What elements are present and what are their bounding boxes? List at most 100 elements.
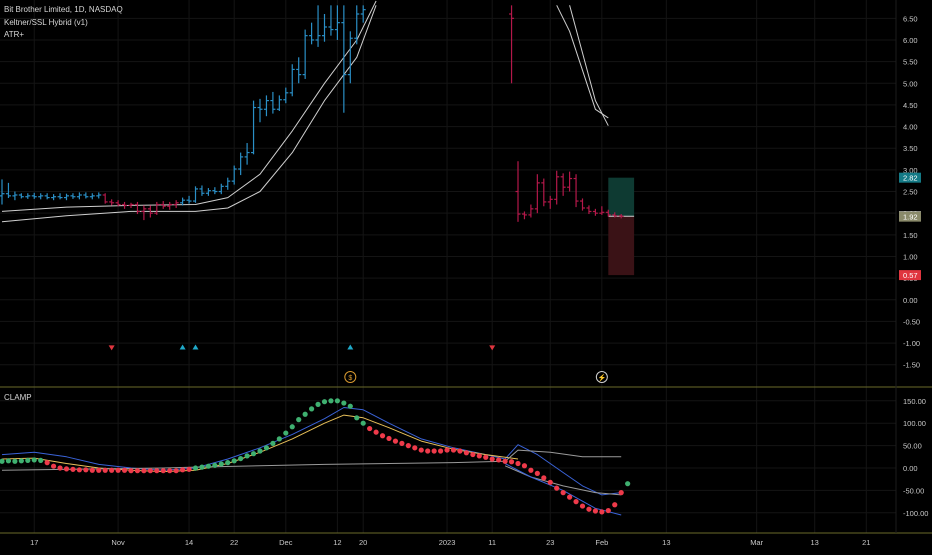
ohlc-bar xyxy=(134,201,140,215)
clamp-tick-label: -100.00 xyxy=(903,509,928,518)
clamp-dot xyxy=(412,445,418,451)
ohlc-bar xyxy=(309,22,315,45)
clamp-dot xyxy=(31,457,37,463)
ohlc-bar xyxy=(225,177,231,190)
ohlc-bar xyxy=(360,5,366,23)
clamp-dot xyxy=(134,468,141,474)
ohlc-bar xyxy=(328,5,334,36)
ohlc-bar xyxy=(567,171,573,192)
ohlc-bar xyxy=(276,95,282,111)
price-tick-label: 5.50 xyxy=(903,58,918,67)
ohlc-bar xyxy=(231,165,237,185)
clamp-tick-label: 150.00 xyxy=(903,397,926,406)
clamp-dot xyxy=(483,454,489,460)
position-zones[interactable] xyxy=(608,177,635,276)
clamp-dot xyxy=(373,429,379,435)
ohlc-bar xyxy=(580,198,585,211)
price-tick-label: 4.50 xyxy=(903,101,918,110)
clamp-dot xyxy=(296,417,302,423)
ohlc-bar xyxy=(5,182,11,199)
axes: 6.506.005.505.004.504.003.503.002.502.00… xyxy=(0,0,932,547)
stop-loss-zone xyxy=(608,216,635,276)
ohlc-bar xyxy=(38,193,44,200)
badge-glyph: $ xyxy=(348,375,352,382)
time-tick-label: 12 xyxy=(333,538,341,547)
clamp-dot xyxy=(586,506,592,512)
clamp-dot xyxy=(354,415,360,421)
clamp-dot xyxy=(102,467,108,473)
clamp-dot xyxy=(463,450,469,456)
price-tick-label: -0.50 xyxy=(903,317,920,326)
clamp-dot xyxy=(63,466,70,472)
clamp-dot xyxy=(554,485,560,491)
channel-lower-line xyxy=(569,5,609,126)
clamp-dot xyxy=(321,399,328,405)
ohlc-bar xyxy=(547,195,553,209)
clamp-dot xyxy=(44,460,50,466)
chart-title[interactable]: Bit Brother Limited, 1D, NASDAQ xyxy=(4,5,123,15)
clamp-dot xyxy=(399,440,405,446)
clamp-tick-label: 100.00 xyxy=(903,419,926,428)
ohlc-bar xyxy=(218,183,224,195)
clamp-dot xyxy=(579,503,586,509)
clamp-dot xyxy=(121,467,128,473)
price-tick-label: 5.00 xyxy=(903,79,918,88)
clamp-dot xyxy=(392,438,399,444)
clamp-dot xyxy=(18,458,24,464)
clamp-dot xyxy=(528,467,534,473)
indicator-keltner-label[interactable]: Keltner/SSL Hybrid (v1) xyxy=(4,18,88,28)
clamp-dot xyxy=(315,401,321,407)
time-tick-label: 17 xyxy=(30,538,38,547)
sell-signal-marker xyxy=(108,345,115,351)
clamp-dot xyxy=(289,424,295,430)
ohlc-bar xyxy=(509,5,515,84)
indicator-atr-label[interactable]: ATR+ xyxy=(4,30,24,40)
clamp-dot xyxy=(70,466,76,472)
price-tick-label: -1.00 xyxy=(903,339,920,348)
clamp-dot xyxy=(115,467,121,473)
clamp-dot xyxy=(367,425,373,432)
ohlc-bar xyxy=(76,192,82,200)
time-tick-label: 13 xyxy=(662,538,670,547)
ohlc-bar xyxy=(199,185,205,196)
ohlc-bar xyxy=(18,193,24,199)
clamp-dot xyxy=(386,435,392,442)
ohlc-bar xyxy=(541,178,547,207)
ohlc-bar xyxy=(573,174,579,208)
clamp-dot xyxy=(612,502,618,508)
price-tick-label: 6.00 xyxy=(903,36,918,45)
clamp-dot xyxy=(231,458,237,464)
clamp-dot xyxy=(489,456,495,462)
ohlc-bar xyxy=(186,195,192,204)
ohlc-bar xyxy=(354,5,360,45)
clamp-dot xyxy=(541,475,547,481)
dividend-badge-icon[interactable]: $ xyxy=(344,371,357,383)
event-badges[interactable]: $ ⚡ xyxy=(344,371,608,383)
ohlc-bar xyxy=(57,193,63,200)
clamp-dot xyxy=(0,458,5,464)
ohlc-bar xyxy=(251,100,257,155)
chart-canvas[interactable]: $⚡ 6.506.005.505.004.504.003.503.002.502… xyxy=(0,0,932,550)
clamp-dot xyxy=(425,448,431,454)
clamp-dot xyxy=(51,463,57,469)
clamp-dot xyxy=(431,448,437,454)
ohlc-bar xyxy=(289,64,295,97)
ohlc-bar xyxy=(263,95,269,117)
ohlc-bar xyxy=(44,193,50,200)
price-axis-badge: 0.57 xyxy=(899,270,921,281)
price-tick-label: -1.50 xyxy=(903,361,920,370)
price-axis-badge: 2.82 xyxy=(899,172,921,183)
clamp-dot xyxy=(567,494,573,500)
clamp-tick-label: 50.00 xyxy=(903,442,922,451)
clamp-blue-line xyxy=(504,463,622,516)
clamp-dot xyxy=(25,457,31,463)
clamp-pane-title[interactable]: CLAMP xyxy=(4,393,32,403)
clamp-dot xyxy=(57,465,63,471)
clamp-dot xyxy=(250,451,257,457)
ohlc-bar xyxy=(173,200,179,208)
earnings-badge-icon[interactable]: ⚡ xyxy=(595,371,608,383)
clamp-dot xyxy=(328,398,334,404)
ohlc-bar xyxy=(70,193,76,199)
ohlc-bar xyxy=(212,187,218,195)
clamp-tick-label: -50.00 xyxy=(903,486,924,495)
